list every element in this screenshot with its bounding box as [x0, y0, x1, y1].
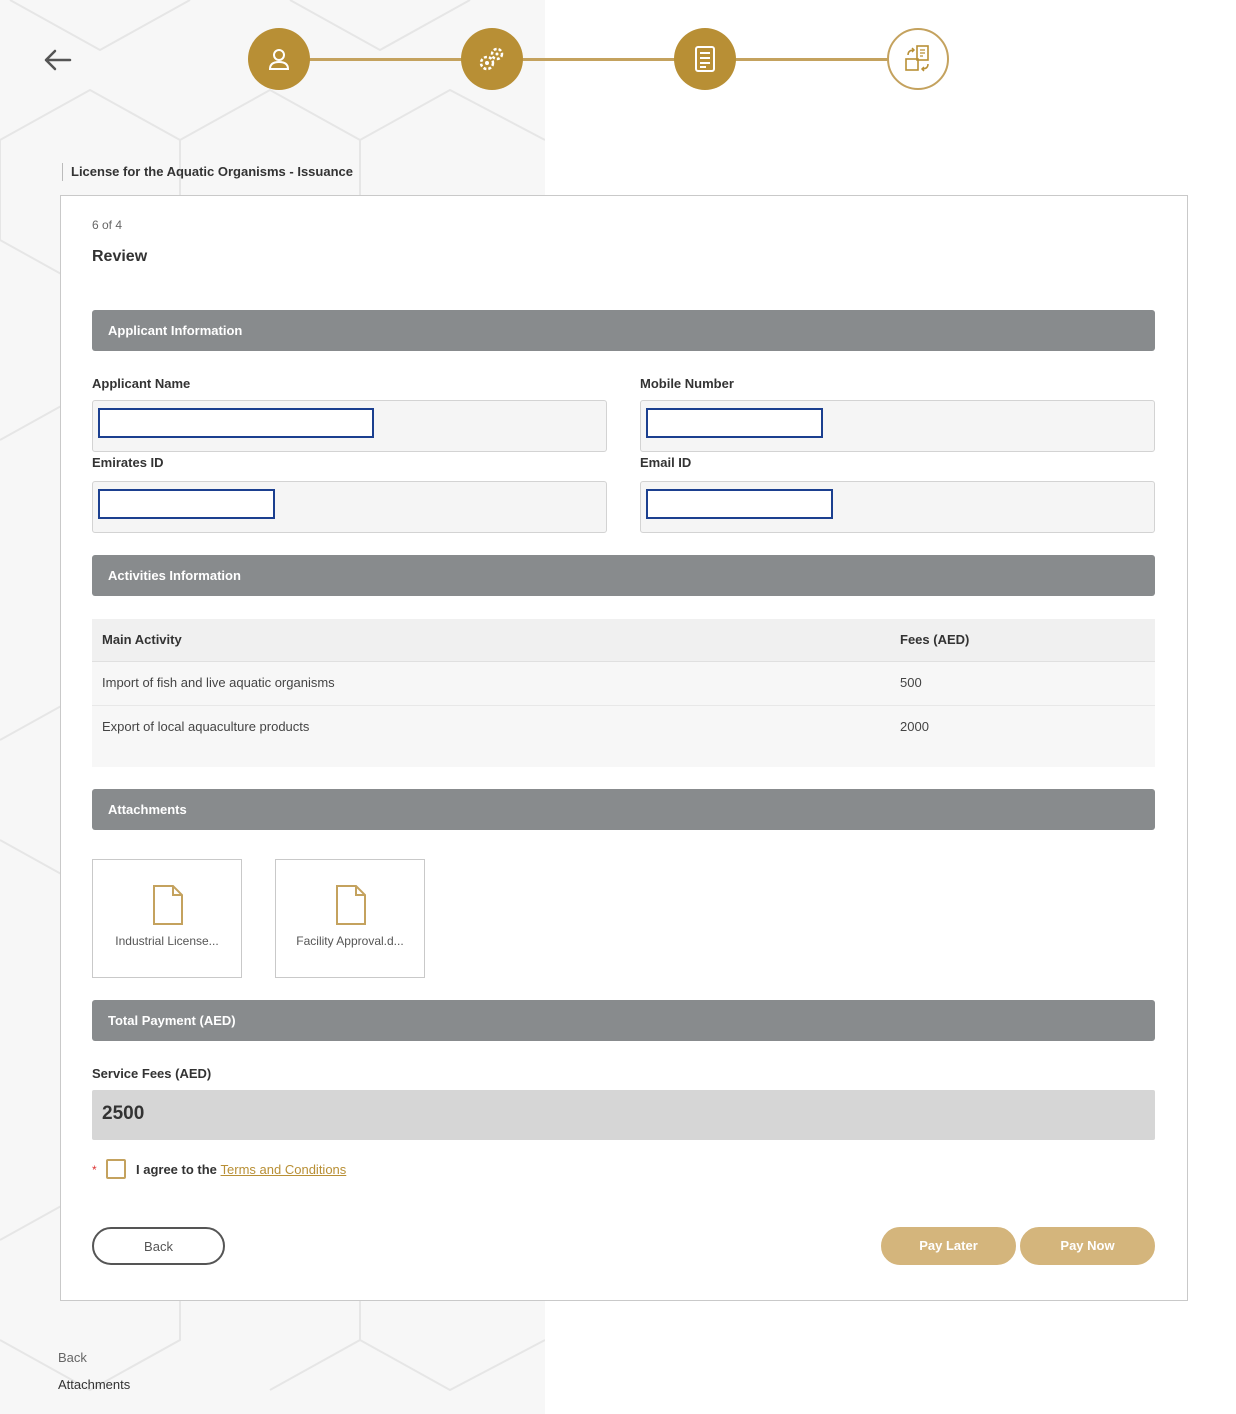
mobile-number-field: [640, 400, 1155, 452]
step-counter: 6 of 4: [92, 218, 123, 232]
emirates-id-label: Emirates ID: [92, 455, 164, 470]
back-arrow-icon[interactable]: [38, 42, 78, 78]
service-fees-label: Service Fees (AED): [92, 1066, 212, 1081]
fee-cell: 2000: [900, 719, 929, 734]
applicant-name-value: [98, 408, 374, 438]
table-row: Import of fish and live aquatic organism…: [92, 662, 1155, 706]
mobile-number-value: [646, 408, 823, 438]
emirates-id-field: [92, 481, 607, 533]
applicant-section-header: Applicant Information: [92, 310, 1155, 351]
required-marker: *: [92, 1163, 97, 1177]
activity-cell: Import of fish and live aquatic organism…: [102, 675, 335, 690]
stepper-connector: [308, 58, 463, 61]
back-button[interactable]: Back: [92, 1227, 225, 1265]
document-icon: [336, 885, 366, 925]
user-icon: [268, 49, 290, 70]
fee-cell: 500: [900, 675, 922, 690]
terms-link[interactable]: Terms and Conditions: [221, 1162, 347, 1177]
footer-back-link[interactable]: Back: [58, 1350, 87, 1365]
gears-icon: [479, 47, 504, 71]
total-payment-section-header: Total Payment (AED): [92, 1000, 1155, 1041]
step-3-attachments[interactable]: [674, 28, 736, 90]
stepper-connector: [521, 58, 676, 61]
service-title: License for the Aquatic Organisms - Issu…: [62, 163, 353, 181]
pay-now-button[interactable]: Pay Now: [1020, 1227, 1155, 1265]
agree-text: I agree to the Terms and Conditions: [136, 1162, 346, 1177]
activity-cell: Export of local aquaculture products: [102, 719, 310, 734]
step-2-activities[interactable]: [461, 28, 523, 90]
attachment-name: Industrial License...: [115, 934, 219, 948]
review-exchange-icon: [905, 45, 929, 72]
footer-attachments-link[interactable]: Attachments: [58, 1377, 130, 1392]
attachment-name: Facility Approval.d...: [296, 934, 404, 948]
table-row: Export of local aquaculture products 200…: [92, 705, 1155, 748]
email-id-value: [646, 489, 833, 519]
review-card: 6 of 4 Review Applicant Information Appl…: [60, 195, 1188, 1301]
activities-section-header: Activities Information: [92, 555, 1155, 596]
checklist-icon: [695, 46, 715, 72]
terms-checkbox[interactable]: [106, 1159, 126, 1179]
mobile-number-label: Mobile Number: [640, 376, 734, 391]
step-4-review[interactable]: [887, 28, 949, 90]
progress-stepper: [248, 28, 950, 92]
email-id-label: Email ID: [640, 455, 692, 470]
applicant-name-field: [92, 400, 607, 452]
emirates-id-value: [98, 489, 275, 519]
service-fees-value: 2500: [92, 1090, 1155, 1140]
page-title: Review: [92, 248, 148, 265]
activities-table: Main Activity Fees (AED) Import of fish …: [92, 619, 1155, 767]
step-1-applicant[interactable]: [248, 28, 310, 90]
table-header-row: Main Activity Fees (AED): [92, 619, 1155, 662]
email-id-field: [640, 481, 1155, 533]
attachment-card[interactable]: Facility Approval.d...: [275, 859, 425, 978]
document-icon: [153, 885, 183, 925]
agree-label: I agree to the: [136, 1162, 217, 1177]
attachment-card[interactable]: Industrial License...: [92, 859, 242, 978]
stepper-connector: [734, 58, 889, 61]
column-header-fees: Fees (AED): [900, 632, 970, 647]
column-header-activity: Main Activity: [102, 632, 182, 647]
pay-later-button[interactable]: Pay Later: [881, 1227, 1016, 1265]
applicant-name-label: Applicant Name: [92, 376, 191, 391]
attachments-section-header: Attachments: [92, 789, 1155, 830]
